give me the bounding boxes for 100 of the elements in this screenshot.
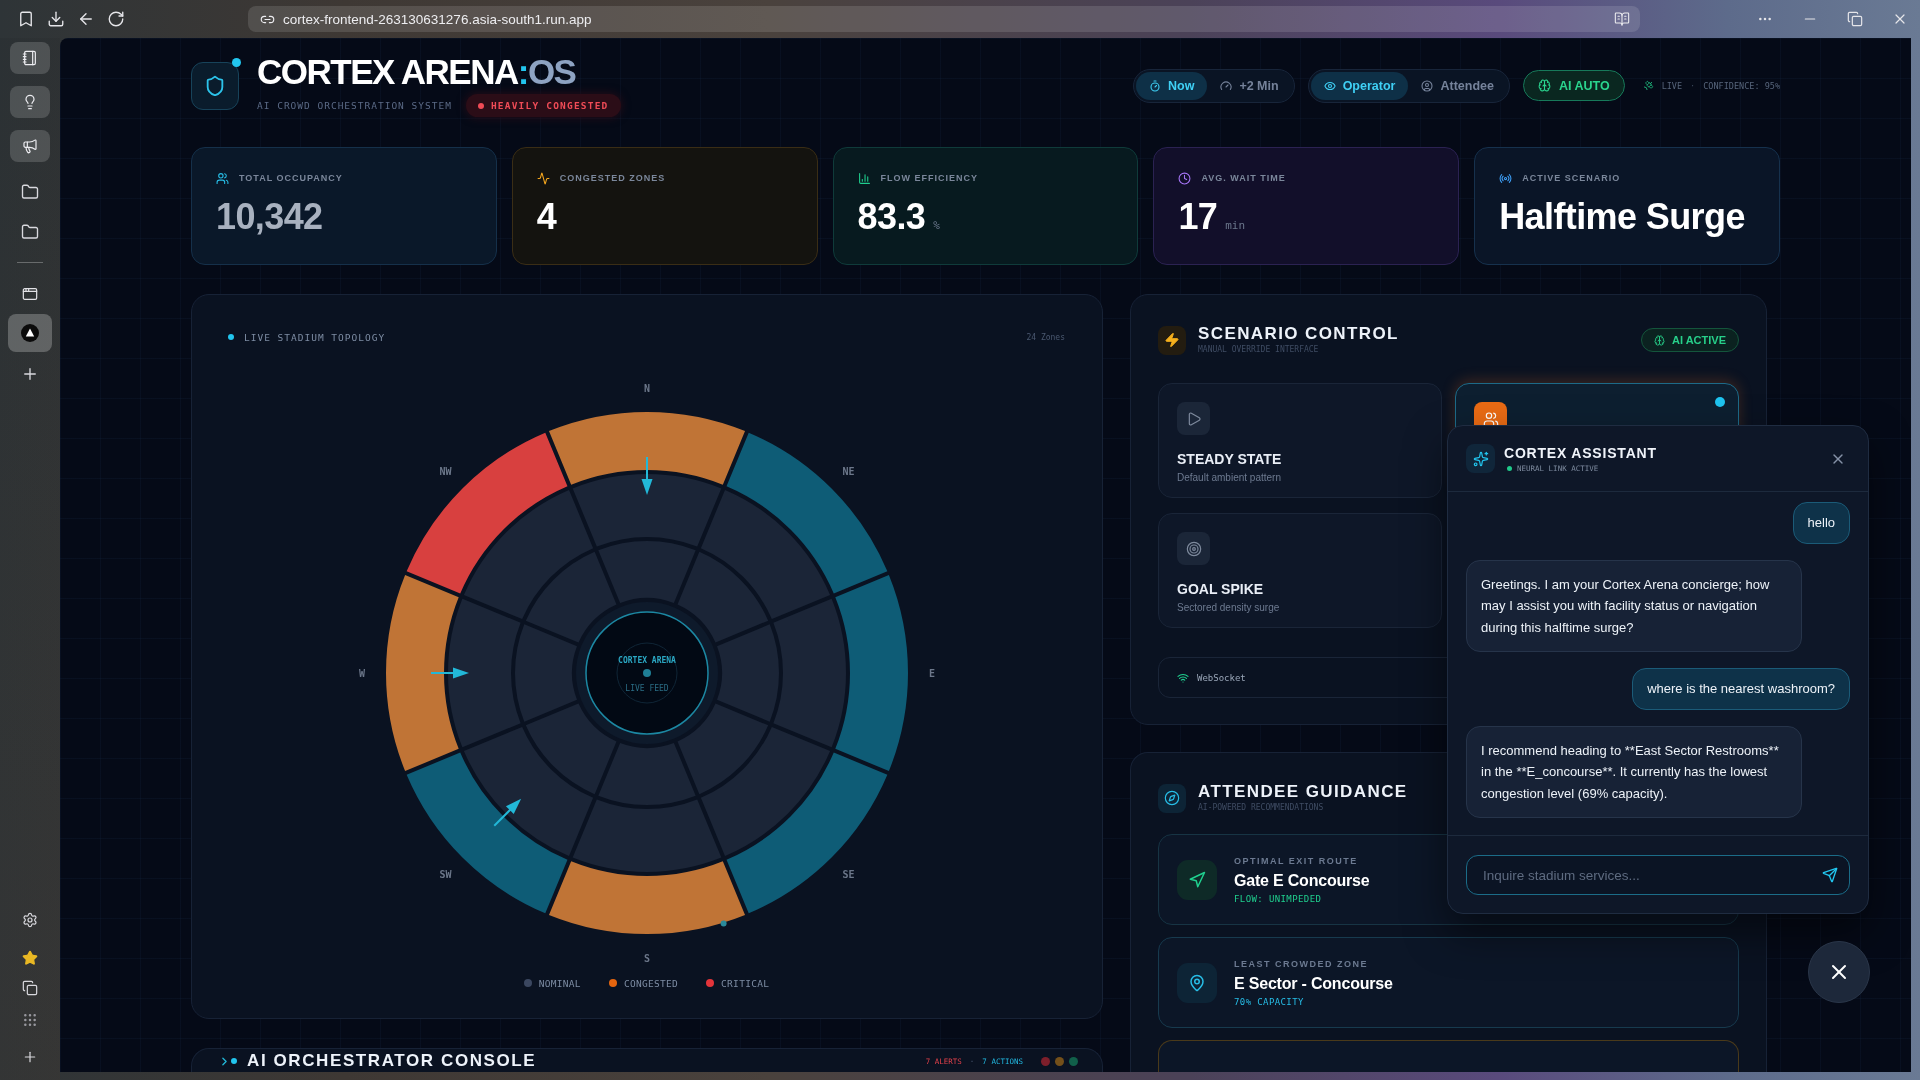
pinned-tab[interactable]: [10, 130, 50, 162]
megaphone-icon: [22, 138, 38, 154]
folder-icon[interactable]: [21, 223, 39, 241]
direction-label: NW: [438, 465, 451, 477]
window-icon: [22, 286, 38, 302]
live-label: LIVE: [1661, 80, 1683, 91]
kpi-label: FLOW EFFICIENCY: [880, 173, 979, 183]
hub-title: CORTEX ARENA: [617, 655, 676, 665]
pinned-tab[interactable]: [10, 86, 50, 118]
app-title: CORTEX ARENA:OS: [257, 54, 577, 89]
direction-label: SW: [438, 868, 451, 880]
status-label: AI ACTIVE: [1672, 334, 1726, 346]
user-icon: [1421, 79, 1434, 92]
scenario-description: Default ambient pattern: [1177, 472, 1281, 483]
refresh-icon[interactable]: [107, 10, 125, 28]
confidence-label: CONFIDENCE: 95%: [1703, 80, 1780, 91]
kpi-label: ACTIVE SCENARIO: [1522, 173, 1621, 183]
card-note: FLOW: UNIMPEDED: [1234, 893, 1323, 904]
gauge-icon: [1220, 79, 1233, 92]
card-note: 70% CAPACITY: [1234, 996, 1305, 1007]
kpi-unit: %: [933, 219, 940, 232]
navigation-arrow-icon: [1177, 859, 1217, 900]
grip-icon[interactable]: [22, 1012, 38, 1028]
pulse-icon: [536, 171, 550, 185]
map-pin-icon: [1177, 962, 1217, 1003]
ai-auto-button[interactable]: AI AUTO: [1522, 70, 1625, 101]
kpi-label: AVG. WAIT TIME: [1201, 173, 1286, 183]
kpi-label: TOTAL OCCUPANCY: [239, 173, 343, 183]
notification-dot-icon: [232, 57, 241, 67]
bookmark-icon[interactable]: [17, 10, 35, 28]
shield-icon: [191, 61, 239, 110]
card-label: OPTIMAL EXIT ROUTE: [1234, 855, 1359, 866]
direction-label: S: [643, 952, 650, 964]
chat-title: CORTEX ASSISTANT: [1504, 444, 1657, 461]
panel-subtitle: AI-POWERED RECOMMENDATIONS: [1198, 803, 1325, 813]
book-icon[interactable]: [1614, 11, 1630, 27]
card-value: Gate E Concourse: [1234, 870, 1370, 890]
scenario-card[interactable]: GOAL SPIKE Sectored density surge: [1158, 513, 1442, 628]
scenario-description: Sectored density surge: [1177, 602, 1280, 613]
kpi-value: 4: [536, 196, 557, 238]
assistant-message: Greetings. I am your Cortex Arena concierge; how may I assist you with facility status or navigation during this halftime surge?: [1466, 559, 1802, 652]
brain-icon: [1654, 334, 1665, 346]
status-label: HEAVILY CONGESTED: [490, 100, 609, 111]
satellite-icon: [1642, 80, 1654, 91]
address-bar[interactable]: cortex-frontend-263130631276.asia-south1.run.app: [248, 6, 1640, 32]
kpi-value: Halftime Surge: [1499, 196, 1745, 238]
view-tab[interactable]: Attendee: [1408, 71, 1507, 100]
copy-icon[interactable]: [22, 980, 38, 996]
folder-icon[interactable]: [21, 183, 39, 201]
sparkle-icon: [1466, 444, 1495, 473]
user-message: hello: [1792, 502, 1850, 544]
broadcast-icon: [1499, 171, 1513, 185]
notebook-icon: [22, 50, 38, 66]
legend-label: CONGESTED: [623, 977, 679, 989]
back-icon[interactable]: [77, 10, 95, 28]
plus-icon[interactable]: [21, 365, 39, 383]
clock-icon: [1178, 171, 1192, 185]
timer-icon: [1149, 79, 1161, 92]
bar-chart-icon: [857, 171, 871, 185]
pinned-tab[interactable]: [10, 42, 50, 74]
kpi-value: 83.3: [857, 196, 926, 238]
kpi-unit: min: [1225, 219, 1246, 232]
settings-icon[interactable]: [22, 912, 38, 928]
legend-label: NOMINAL: [538, 977, 581, 989]
message-input[interactable]: Inquire stadium services...: [1466, 855, 1850, 895]
send-icon: [1822, 867, 1838, 883]
kpi-value: 17: [1178, 196, 1218, 238]
lightning-icon: [1158, 325, 1186, 355]
brain-icon: [1537, 79, 1551, 92]
assistant-message: I recommend heading to **East Sector Restrooms** in the **E_concourse**. It currently has the lowest congestion level (69% capacity).: [1466, 725, 1802, 818]
restore-icon[interactable]: [1847, 11, 1863, 27]
panel-title: SCENARIO CONTROL: [1198, 325, 1399, 343]
panel-title: LIVE STADIUM TOPOLOGY: [244, 331, 386, 343]
time-tab[interactable]: Now: [1136, 71, 1208, 100]
panel-subtitle: MANUAL OVERRIDE INTERFACE: [1198, 345, 1320, 355]
status-dot-icon: [477, 102, 484, 109]
center-dot-icon: [642, 668, 651, 677]
compass-icon: [1158, 783, 1186, 813]
direction-label: E: [928, 667, 935, 679]
card-value: E Sector - Concourse: [1234, 973, 1393, 993]
time-tab[interactable]: +2 Min: [1207, 71, 1292, 100]
panel-title: ATTENDEE GUIDANCE: [1198, 783, 1408, 801]
play-icon: [1177, 402, 1210, 435]
scenario-title: GOAL SPIKE: [1177, 581, 1264, 597]
plus-icon[interactable]: [22, 1049, 38, 1065]
connection-label: WebSocket: [1197, 672, 1246, 683]
live-dot-icon: [228, 334, 234, 341]
hub-subtitle: LIVE FEED: [624, 683, 669, 693]
direction-label: NE: [842, 465, 855, 477]
view-tab[interactable]: Operator: [1310, 71, 1409, 100]
kpi-value: 10,342: [216, 196, 323, 238]
star-icon[interactable]: [22, 950, 38, 966]
position-dot-icon: [720, 920, 727, 927]
sidebar-tab[interactable]: [8, 314, 52, 352]
direction-label: SE: [842, 868, 855, 880]
send-button[interactable]: [1822, 867, 1838, 883]
download-icon[interactable]: [47, 10, 65, 28]
card-label: LEAST CROWDED ZONE: [1234, 958, 1369, 969]
scenario-card[interactable]: STEADY STATE Default ambient pattern: [1158, 383, 1442, 498]
status-dot-icon: [231, 1058, 237, 1064]
